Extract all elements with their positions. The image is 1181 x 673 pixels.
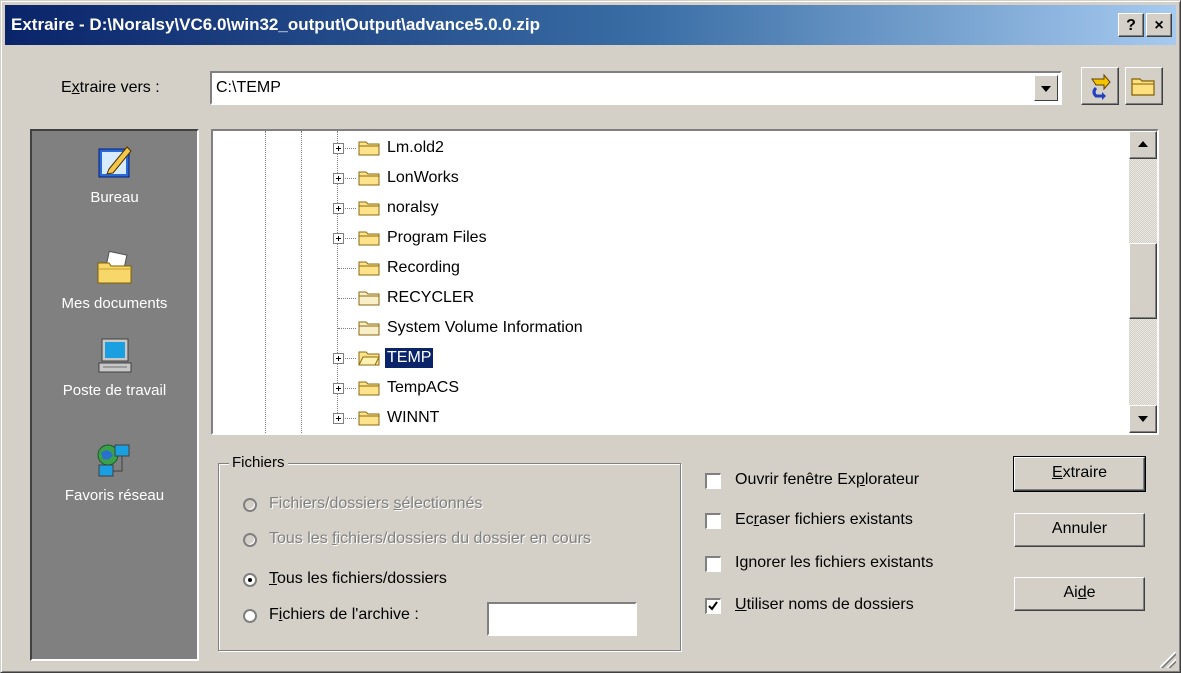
desktop-icon [98,146,132,178]
place-label: Bureau [90,189,139,206]
folder-icon [358,321,380,336]
folder-tree[interactable]: Lm.old2 LonWorks noralsy Program Files Recor… [211,129,1159,435]
expand-plus-icon[interactable] [333,383,344,394]
expand-plus-icon[interactable] [333,413,344,424]
scroll-down-button[interactable] [1129,405,1157,433]
tree-item-label: TempACS [387,379,460,396]
refresh-arrow-icon [1091,73,1111,100]
checkbox-skip-existing[interactable] [705,556,721,572]
place-network[interactable]: Favoris réseau [32,441,197,504]
scroll-up-button[interactable] [1129,131,1157,159]
expand-plus-icon[interactable] [333,203,344,214]
window-title: Extraire - D:\Noralsy\VC6.0\win32_output… [11,15,541,34]
chevron-down-icon [1041,86,1051,92]
radio-archive-files-label: Fichiers de l'archive : [269,606,419,623]
my-documents-icon [97,250,131,284]
help-title-button[interactable]: ? [1118,13,1144,37]
tree-item-label: Program Files [387,229,487,246]
expand-plus-icon[interactable] [333,143,344,154]
tree-item-label: WINNT [387,409,440,426]
tree-item[interactable]: LonWorks [213,165,1113,195]
place-label: Poste de travail [62,382,167,399]
history-button[interactable] [1081,67,1119,105]
tree-vertical-scrollbar[interactable] [1129,131,1157,433]
expand-plus-icon[interactable] [333,233,344,244]
network-places-icon [97,444,129,477]
close-title-button[interactable]: × [1146,13,1172,37]
tree-item[interactable]: Recording [213,255,1113,285]
radio-all-files-label: Tous les fichiers/dossiers [269,570,447,587]
radio-selected-files[interactable] [243,498,257,512]
checkbox-skip-existing-label: Ignorer les fichiers existants [735,554,934,571]
tree-item-label: System Volume Information [387,319,583,336]
tree-item-label: LonWorks [387,169,459,186]
cancel-button[interactable]: Annuler [1014,513,1145,547]
tree-item-label: Lm.old2 [387,139,444,156]
extract-to-combobox[interactable]: C:\TEMP [210,71,1062,105]
chevron-down-icon [1138,416,1148,422]
checkbox-overwrite-label: Ecraser fichiers existants [735,511,913,528]
place-my-computer[interactable]: Poste de travail [32,336,197,399]
folder-icon [358,171,380,186]
tree-guide-line [338,298,356,299]
tree-item-label: noralsy [387,199,439,216]
tree-guide-line [338,268,356,269]
folder-icon [358,201,380,216]
help-button[interactable]: Aide [1014,577,1145,611]
archive-files-input[interactable] [487,602,637,636]
combobox-dropdown-button[interactable] [1034,75,1058,101]
radio-dot [248,578,252,582]
radio-current-folder[interactable] [243,533,257,547]
open-folder-icon [358,351,380,366]
extract-button[interactable]: Extraire [1013,456,1146,492]
folder-icon [358,291,380,306]
folder-icon [358,261,380,276]
tree-item-label: RECYCLER [387,289,475,306]
folder-icon [358,411,380,426]
checkbox-open-explorer-label: Ouvrir fenêtre Explorateur [735,471,920,488]
place-label: Mes documents [61,295,168,312]
tree-item[interactable]: System Volume Information [213,315,1113,345]
checkbox-use-folder-names-label: Utiliser noms de dossiers [735,596,914,613]
tree-item[interactable]: WINNT [213,405,1113,433]
checkbox-use-folder-names[interactable] [705,598,721,614]
resize-grip[interactable] [1160,652,1176,668]
radio-current-folder-label: Tous les fichiers/dossiers du dossier en… [269,530,591,547]
tree-item-label: TEMP [383,347,435,369]
checkmark-icon [708,601,718,611]
files-group-title: Fichiers [229,454,288,471]
chevron-up-icon [1138,141,1148,147]
place-my-documents[interactable]: Mes documents [32,249,197,312]
my-computer-icon [98,338,131,373]
tree-item[interactable]: Program Files [213,225,1113,255]
radio-selected-files-label: Fichiers/dossiers sélectionnés [269,495,483,512]
files-group: Fichiers Fichiers/dossiers sélectionnés … [218,454,681,651]
scroll-thumb[interactable] [1129,243,1157,319]
browse-folder-button[interactable] [1125,67,1163,105]
expand-plus-icon[interactable] [333,173,344,184]
extract-to-label: Extraire vers : [61,79,160,96]
open-folder-icon [1131,78,1155,96]
folder-icon [358,141,380,156]
place-label: Favoris réseau [64,487,165,504]
folder-icon [358,381,380,396]
tree-guide-line [338,328,356,329]
radio-archive-files[interactable] [243,609,257,623]
tree-item[interactable]: TempACS [213,375,1113,405]
extract-to-value: C:\TEMP [216,79,281,96]
extract-dialog: Extraire - D:\Noralsy\VC6.0\win32_output… [0,0,1181,673]
tree-item[interactable]: Lm.old2 [213,135,1113,165]
tree-item[interactable]: noralsy [213,195,1113,225]
checkbox-open-explorer[interactable] [705,473,721,489]
radio-all-files[interactable] [243,573,257,587]
tree-item[interactable]: RECYCLER [213,285,1113,315]
tree-item[interactable]: TEMP [213,345,1113,375]
tree-item-label: Recording [387,259,460,276]
folder-icon [358,231,380,246]
expand-plus-icon[interactable] [333,353,344,364]
checkbox-overwrite[interactable] [705,513,721,529]
title-bar[interactable]: Extraire - D:\Noralsy\VC6.0\win32_output… [5,5,1176,45]
place-desktop[interactable]: Bureau [32,143,197,206]
places-bar: Bureau Mes documents Poste de travail Fa… [30,129,199,661]
